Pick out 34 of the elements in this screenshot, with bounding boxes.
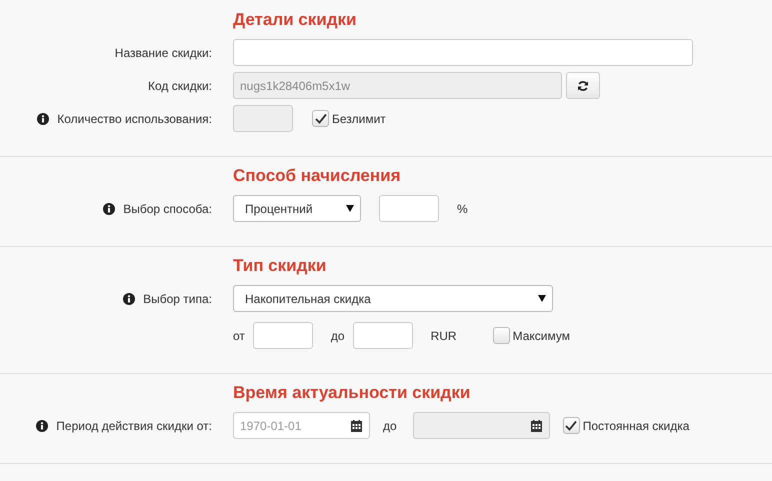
input-field[interactable] xyxy=(233,39,693,66)
caret-icon xyxy=(538,295,546,302)
refresh-icon xyxy=(577,80,589,92)
input-field[interactable] xyxy=(252,322,313,349)
field-label: Код скидки: xyxy=(148,78,212,94)
checkbox[interactable] xyxy=(492,327,510,344)
checkbox-label[interactable]: Максимум xyxy=(492,326,570,344)
input-field[interactable] xyxy=(379,195,439,222)
field-label: Выбор типа: xyxy=(143,290,212,308)
refresh-button[interactable] xyxy=(566,72,600,99)
field-label: Количество использования: xyxy=(57,110,212,128)
checkbox-label[interactable]: Безлимит xyxy=(312,110,386,128)
unit-label: RUR xyxy=(430,328,457,344)
unit-label: до xyxy=(383,418,397,434)
unit-label: до xyxy=(330,328,345,344)
date-field[interactable]: 1970-01-01 xyxy=(233,412,370,439)
caret-icon xyxy=(346,205,354,212)
section-title: Способ начисления xyxy=(233,165,402,187)
section-title: Время актуальности скидки xyxy=(233,382,472,404)
unit-label: от xyxy=(233,328,245,344)
checkbox-label[interactable]: Постоянная скидка xyxy=(562,416,690,434)
input-field[interactable] xyxy=(352,322,413,349)
calendar-icon xyxy=(351,420,362,432)
field-label: Выбор способа: xyxy=(123,200,212,218)
dropdown[interactable]: Процентний xyxy=(233,195,361,222)
field-label: Название скидки: xyxy=(114,44,212,62)
checkbox[interactable] xyxy=(312,110,329,127)
calendar-icon xyxy=(530,420,542,432)
section-title: Детали скидки xyxy=(233,9,358,31)
checkbox[interactable] xyxy=(562,417,580,434)
field-label: Период действия скидки от: xyxy=(56,418,212,434)
unit-label: % xyxy=(457,200,468,218)
dropdown[interactable]: Накопительная скидка xyxy=(233,285,553,312)
section-title: Тип скидки xyxy=(233,255,328,277)
